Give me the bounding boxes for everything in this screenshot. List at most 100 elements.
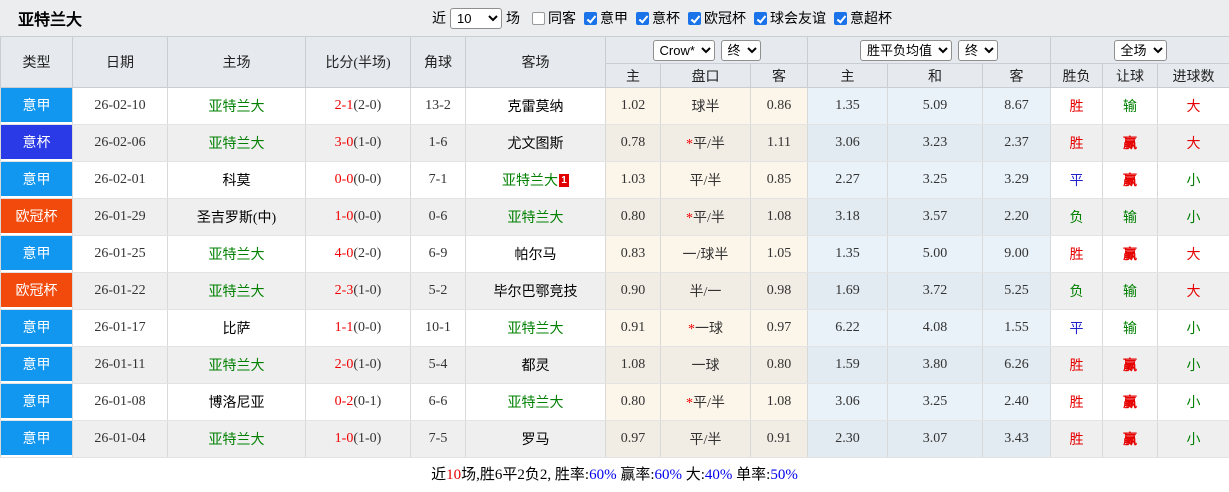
home-team-link[interactable]: 亚特兰大 <box>209 248 265 263</box>
col-score: 比分(半场) <box>305 36 411 88</box>
checkbox-同客[interactable] <box>532 11 545 25</box>
match-row: 意甲 26-02-10 亚特兰大 2-1(2-0) 13-2 克雷莫纳 1.02 球半 0.86… <box>0 87 1229 125</box>
handicap-result-cell: 赢 <box>1102 161 1159 199</box>
competition-badge[interactable]: 意甲 <box>1 236 72 270</box>
final-score: 1-0 <box>334 209 354 224</box>
home-team-link[interactable]: 圣吉罗斯(中) <box>197 211 276 226</box>
corners-cell: 7-1 <box>410 161 466 199</box>
away-team-link[interactable]: 尤文图斯 <box>508 137 564 152</box>
away-team-link[interactable]: 亚特兰大 <box>508 396 564 411</box>
corners-cell: 6-6 <box>410 383 466 421</box>
handicap-line: 半/一 <box>660 272 751 310</box>
away-team-link[interactable]: 都灵 <box>522 359 550 374</box>
competition-badge[interactable]: 意甲 <box>1 310 72 344</box>
away-team-link[interactable]: 亚特兰大 <box>508 322 564 337</box>
competition-badge[interactable]: 欧冠杯 <box>1 199 72 233</box>
avg-home-odds: 3.18 <box>807 198 889 236</box>
match-row: 意甲 26-01-08 博洛尼亚 0-2(0-1) 6-6 亚特兰大 0.80 *平/半 1.0… <box>0 383 1229 421</box>
result-cell: 胜 <box>1050 124 1104 162</box>
checkbox-欧冠杯[interactable] <box>688 11 701 25</box>
goals-result-cell: 小 <box>1157 309 1229 347</box>
bookmaker-select[interactable]: Crow* <box>652 39 715 61</box>
home-cell: 亚特兰大 <box>167 235 306 273</box>
score-cell: 1-0(0-0) <box>305 198 411 236</box>
scope-select[interactable]: 全场 <box>1113 39 1167 61</box>
score-cell: 4-0(2-0) <box>305 235 411 273</box>
away-team-link[interactable]: 帕尔马 <box>515 248 557 263</box>
home-cell: 亚特兰大 <box>167 420 306 458</box>
home-team-link[interactable]: 亚特兰大 <box>209 359 265 374</box>
subcol-eu-away: 客 <box>982 63 1052 88</box>
match-count-select[interactable]: 10 <box>450 7 502 29</box>
avg-away-odds: 8.67 <box>982 87 1052 125</box>
competition-badge[interactable]: 意甲 <box>1 347 72 381</box>
away-cell: 亚特兰大 <box>465 309 606 347</box>
home-team-link[interactable]: 亚特兰大 <box>209 433 265 448</box>
topbar: 亚特兰大 近 10 场 同客 意甲 意杯 欧冠杯 球会友谊 意超杯 <box>0 0 1229 36</box>
col-home: 主场 <box>167 36 306 88</box>
handicap-line: *平/半 <box>660 198 751 236</box>
filter-controls: 近 10 场 同客 意甲 意杯 欧冠杯 球会友谊 意超杯 <box>428 0 892 36</box>
home-team-link[interactable]: 科莫 <box>223 174 251 189</box>
match-date: 26-01-29 <box>72 198 168 236</box>
half-score: (1-0) <box>353 357 382 372</box>
score-cell: 2-0(1-0) <box>305 346 411 384</box>
half-score: (1-0) <box>353 431 382 446</box>
team-title: 亚特兰大 <box>18 12 83 29</box>
col-corners: 角球 <box>410 36 466 88</box>
odds-avg-select[interactable]: 胜平负均值 <box>860 39 953 61</box>
final-score: 2-3 <box>334 283 354 298</box>
competition-badge[interactable]: 意甲 <box>1 421 72 455</box>
final-score: 3-0 <box>334 135 354 150</box>
type-cell: 欧冠杯 <box>0 272 73 310</box>
away-team-link[interactable]: 克雷莫纳 <box>508 100 564 115</box>
home-team-link[interactable]: 亚特兰大 <box>209 100 265 115</box>
checkbox-意超杯[interactable] <box>834 11 847 25</box>
avg-draw-odds: 3.80 <box>887 346 984 384</box>
checkbox-label-意杯: 意杯 <box>652 10 680 26</box>
handicap-away-odds: 0.86 <box>749 87 809 125</box>
subcol-eu-home: 主 <box>807 63 889 88</box>
handicap-line-text: 一球 <box>695 322 723 337</box>
home-team-link[interactable]: 博洛尼亚 <box>209 396 265 411</box>
checkbox-意杯[interactable] <box>636 11 649 25</box>
goals-result-cell: 小 <box>1157 198 1229 236</box>
match-date: 26-01-04 <box>72 420 168 458</box>
matches-tbody: 意甲 26-02-10 亚特兰大 2-1(2-0) 13-2 克雷莫纳 1.02 球半 0.86… <box>0 87 1229 458</box>
handicap-away-odds: 1.05 <box>749 235 809 273</box>
handicap-away-odds: 1.11 <box>749 124 809 162</box>
avg-draw-odds: 3.25 <box>887 383 984 421</box>
away-cell: 亚特兰大 <box>465 383 606 421</box>
away-team-link[interactable]: 亚特兰大 <box>508 211 564 226</box>
away-team-link[interactable]: 亚特兰大 <box>502 174 558 189</box>
type-cell: 意甲 <box>0 420 73 458</box>
handicap-line-text: 平/半 <box>689 174 722 189</box>
checkbox-意甲[interactable] <box>584 11 597 25</box>
away-team-link[interactable]: 罗马 <box>522 433 550 448</box>
corners-cell: 1-6 <box>410 124 466 162</box>
home-team-link[interactable]: 亚特兰大 <box>209 285 265 300</box>
summary-segment: 场,胜6平2负2, 胜率: <box>461 467 590 483</box>
col-away: 客场 <box>465 36 606 88</box>
handicap-time-select[interactable]: 终 <box>720 39 761 61</box>
competition-badge[interactable]: 意甲 <box>1 162 72 196</box>
home-cell: 亚特兰大 <box>167 272 306 310</box>
odds-time-select[interactable]: 终 <box>958 39 999 61</box>
checkbox-球会友谊[interactable] <box>754 11 767 25</box>
away-team-link[interactable]: 毕尔巴鄂竞技 <box>494 285 578 300</box>
away-cell: 克雷莫纳 <box>465 87 606 125</box>
handicap-line: 一/球半 <box>660 235 751 273</box>
summary-segment: 50% <box>770 467 798 483</box>
competition-badge[interactable]: 意杯 <box>1 125 72 159</box>
competition-badge[interactable]: 意甲 <box>1 384 72 418</box>
away-cell: 亚特兰大 <box>465 198 606 236</box>
score-cell: 0-2(0-1) <box>305 383 411 421</box>
checkbox-label-意超杯: 意超杯 <box>850 10 892 26</box>
competition-badge[interactable]: 意甲 <box>1 88 72 122</box>
home-team-link[interactable]: 亚特兰大 <box>209 137 265 152</box>
home-team-link[interactable]: 比萨 <box>223 322 251 337</box>
away-cell: 毕尔巴鄂竞技 <box>465 272 606 310</box>
final-score: 1-1 <box>334 320 354 335</box>
competition-badge[interactable]: 欧冠杯 <box>1 273 72 307</box>
result-cell: 平 <box>1050 309 1104 347</box>
